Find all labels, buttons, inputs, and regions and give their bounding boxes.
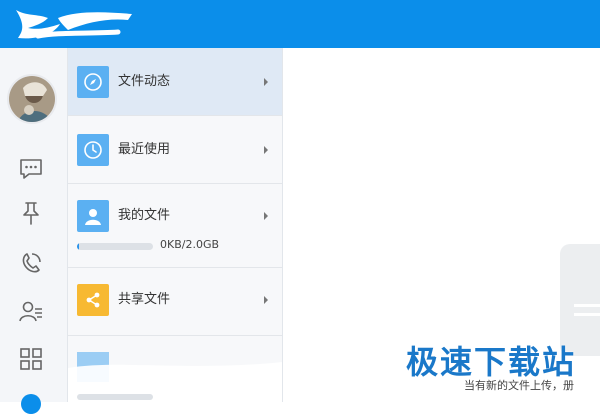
storage-usage-text: 0KB/2.0GB [160,238,220,251]
side-drawer-handle[interactable] [560,244,600,356]
watermark-logo: 极速下载站 [406,343,577,381]
user-icon[interactable] [18,390,44,416]
storage-progress-bar [77,243,153,250]
chat-icon[interactable] [18,156,44,182]
storage-progress-fill [77,243,79,250]
menu-item-recent[interactable]: 最近使用 [68,116,282,184]
share-icon [77,284,109,316]
file-panel: 文件动态 最近使用 我的文件 0KB/2.0GB 共享文件 [68,48,283,402]
menu-item-my-files[interactable]: 我的文件 0KB/2.0GB [68,184,282,268]
menu-item-label: 共享文件 [118,292,171,307]
menu-item-file-activity[interactable]: 文件动态 [68,48,282,116]
compass-icon [77,66,109,98]
chevron-right-icon [264,78,268,86]
apps-grid-icon[interactable] [18,346,44,372]
user-icon [77,200,109,232]
pin-icon[interactable] [18,200,44,226]
avatar[interactable] [7,74,57,124]
menu-item-label: 我的文件 [118,208,171,223]
menu-item-label: 最近使用 [118,142,171,157]
chevron-right-icon [264,146,268,154]
chevron-right-icon [264,212,268,220]
title-bar [0,0,600,48]
obscured-menu-item [68,352,282,402]
contacts-icon[interactable] [18,298,44,324]
menu-item-label: 文件动态 [118,74,171,89]
menu-lines-icon [574,304,600,322]
phone-icon[interactable] [18,250,44,276]
chevron-right-icon [264,296,268,304]
notification-text: 当有新的文件上传，册 [464,379,574,392]
nav-rail [0,48,68,414]
app-logo [16,10,132,39]
menu-item-shared-files[interactable]: 共享文件 [68,268,282,336]
clock-icon [77,134,109,166]
